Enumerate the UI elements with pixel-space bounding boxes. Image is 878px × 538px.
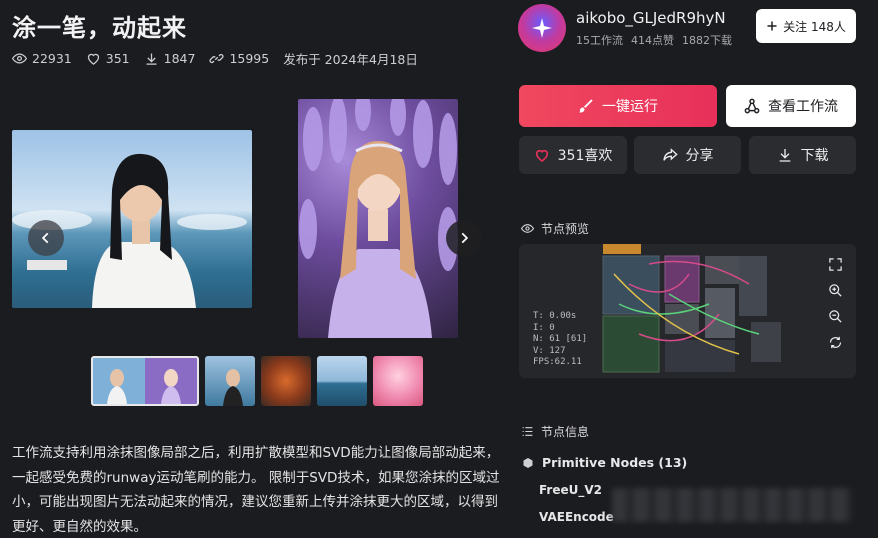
post-stats: 22931 351 1847 15995 发布于 2024年4月18日 [12,49,418,68]
thumbnail-strip [91,356,423,406]
eye-icon [12,53,27,64]
node-item[interactable]: VAEEncode [539,510,614,524]
download-icon [779,149,790,162]
fit-view-button[interactable] [825,254,845,274]
author-likes: 414点赞 [631,34,674,47]
like-button[interactable]: 351喜欢 [519,136,627,174]
view-workflow-button[interactable]: 查看工作流 [726,85,856,127]
node-preview-heading: 节点预览 [521,220,589,237]
downloads-stat: 1847 [144,51,196,66]
node-info-heading: 节点信息 [521,423,589,440]
reset-view-button[interactable] [825,332,845,352]
view-workflow-label: 查看工作流 [768,99,838,115]
canvas-stat-i: I: 0 [533,322,555,333]
follow-button[interactable]: 关注 148人 [756,9,856,43]
link-icon [209,53,224,64]
workflow-nodes-icon [744,98,760,114]
author-name[interactable]: aikobo_GLJedR9hyN [576,9,726,27]
share-button[interactable]: 分享 [634,136,741,174]
zoom-in-icon [828,283,842,297]
expand-icon [828,257,842,271]
carousel-image-after [298,99,458,338]
downloads-count: 1847 [163,51,196,66]
carousel-next-button[interactable] [446,220,482,256]
follow-label: 关注 148人 [783,19,846,34]
views-stat: 22931 [12,51,72,66]
node-group-primitive[interactable]: Primitive Nodes (13) [522,455,687,470]
carousel-image-before [12,130,252,308]
thumbnail-5[interactable] [373,356,423,406]
node-preview-title: 节点预览 [541,222,590,236]
author-workflows: 15工作流 [576,34,623,47]
canvas-stats: T: 0.00s I: 0 N: 61 [61] V: 127 FPS:62.1… [533,311,587,369]
list-icon [522,427,533,436]
runs-count: 15995 [229,51,270,66]
refresh-icon [829,336,841,348]
heart-icon [535,149,548,162]
run-label: 一键运行 [602,99,658,115]
publish-date: 发布于 2024年4月18日 [283,52,418,67]
blurred-node-details [612,488,852,522]
sparkle-icon [532,18,552,38]
share-icon [662,148,678,161]
node-group-label: Primitive Nodes (13) [542,455,688,470]
download-icon [146,53,157,65]
author-stats: 15工作流 414点赞 1882下载 [576,32,732,48]
zoom-in-button[interactable] [825,280,845,300]
zoom-out-button[interactable] [825,306,845,326]
share-label: 分享 [685,148,714,164]
author-downloads: 1882下载 [682,34,732,47]
node-item[interactable]: FreeU_V2 [539,483,602,497]
post-title: 涂一笔，动起来 [12,14,187,42]
run-button[interactable]: 一键运行 [519,85,717,127]
thumbnail-4[interactable] [317,356,367,406]
canvas-toolbar [825,254,847,352]
zoom-out-icon [828,309,842,323]
canvas-stat-nodes: N: 61 [61] [533,334,588,344]
views-count: 22931 [32,51,72,66]
chevron-right-icon [461,232,469,244]
cube-icon [523,457,533,468]
download-button[interactable]: 下载 [749,136,856,174]
download-label: 下载 [800,148,829,164]
thumbnail-1[interactable] [91,356,199,406]
canvas-stat-time: T: 0.00s [533,311,577,321]
workflow-description: 工作流支持利用涂抹图像局部之后，利用扩散模型和SVD能力让图像局部动起来，一起感… [12,445,500,535]
like-label: 351喜欢 [557,148,613,164]
thumbnail-2[interactable] [205,356,255,406]
likes-count: 351 [105,51,130,66]
canvas-stat-fps: FPS:62.11 [533,357,582,367]
brush-icon [579,99,593,113]
canvas-stat-v: V: 127 [533,345,566,356]
heart-icon [87,53,99,65]
eye-icon [521,224,534,233]
carousel-prev-button[interactable] [28,220,64,256]
avatar[interactable] [518,4,566,52]
plus-icon [767,21,777,31]
thumbnail-3[interactable] [261,356,311,406]
node-info-title: 节点信息 [541,425,590,439]
chevron-left-icon [41,232,49,244]
runs-stat: 15995 [209,51,269,66]
likes-stat: 351 [86,51,130,66]
